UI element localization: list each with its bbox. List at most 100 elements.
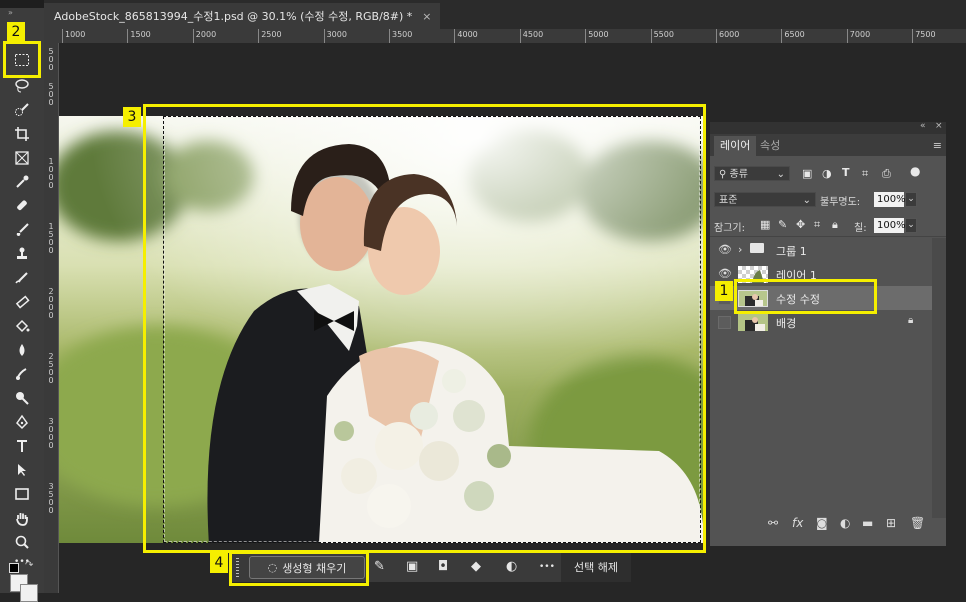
ruler-label: 2 5 0 0 (48, 352, 54, 385)
smudge-tool-icon[interactable] (10, 364, 34, 384)
collapse-panel-icon[interactable]: « (920, 121, 926, 131)
ruler-tick (62, 29, 63, 43)
ruler-tick (519, 29, 521, 43)
modify-selection-brush-icon[interactable]: ✎ (374, 559, 385, 574)
spot-healing-brush-icon[interactable] (10, 196, 34, 216)
ruler-tick (454, 29, 456, 43)
close-tab-icon[interactable]: × (422, 10, 431, 23)
fill-label: 칠: (854, 223, 867, 234)
panel-scrollbar[interactable] (932, 238, 946, 518)
panel-title-bar: « × (710, 121, 946, 134)
panel-menu-icon[interactable]: ≡ (933, 139, 942, 152)
zoom-tool-icon[interactable] (10, 532, 34, 552)
lasso-tool-icon[interactable] (10, 76, 34, 96)
ruler-label: 5000 (588, 30, 609, 39)
tab-properties[interactable]: 속성 (760, 136, 780, 156)
ruler-tick (716, 29, 717, 43)
hand-tool-icon[interactable] (10, 508, 34, 528)
adjustment-layer-filter-icon[interactable]: ◑ (822, 167, 832, 180)
callout-badge-1: 1 (715, 281, 733, 301)
type-layer-filter-icon[interactable]: T (842, 166, 850, 179)
eraser-tool-icon[interactable] (10, 292, 34, 312)
ruler-label: 2 0 0 0 (48, 287, 54, 320)
ruler-label: 5 0 0 (48, 82, 54, 107)
tools-panel: » ••• ↷ (0, 8, 44, 602)
fill-input[interactable]: 100% (874, 218, 906, 233)
ruler-label: 1 0 0 0 (48, 157, 54, 190)
paint-bucket-tool-icon[interactable] (10, 316, 34, 336)
dodge-tool-icon[interactable] (10, 388, 34, 408)
ruler-label: 6500 (784, 30, 805, 39)
layer-filter-select[interactable]: ⚲ 종류 ⌄ (714, 166, 790, 181)
ruler-tick (650, 29, 652, 43)
lock-artboard-icon[interactable]: ⌗ (814, 218, 820, 232)
callout-highlight-1 (734, 279, 877, 314)
blend-mode-select[interactable]: 표준 ⌄ (714, 192, 816, 207)
lock-label: 잠그기: (714, 223, 745, 234)
delete-layer-icon[interactable]: 🗑︎ (910, 516, 925, 530)
ruler-label: 3 5 0 0 (48, 482, 54, 515)
visibility-empty-icon[interactable] (718, 316, 731, 329)
shape-layer-filter-icon[interactable]: ⌗ (862, 167, 868, 181)
document-tab[interactable]: AdobeStock_865813994_수정1.psd @ 30.1% (수정… (44, 3, 440, 29)
lock-all-icon[interactable]: 🔒︎ (832, 218, 838, 232)
transform-selection-icon[interactable]: ▣ (406, 559, 418, 574)
pixel-layer-filter-icon[interactable]: ▣ (802, 167, 812, 180)
smart-object-filter-icon[interactable]: ⎙ (882, 167, 891, 181)
new-layer-icon[interactable]: ⊞ (886, 516, 896, 530)
opacity-dropdown-icon[interactable]: ⌄ (905, 192, 917, 207)
deselect-button[interactable]: 선택 해제 (561, 553, 631, 582)
background-color-swatch[interactable] (20, 584, 38, 602)
visibility-eye-icon[interactable]: 👁︎ (718, 243, 732, 256)
fill-dropdown-icon[interactable]: ⌄ (905, 218, 917, 233)
visibility-eye-icon[interactable]: 👁︎ (718, 267, 732, 280)
lock-transparent-pixels-icon[interactable]: ▦ (760, 218, 770, 231)
frame-tool-icon[interactable] (10, 148, 34, 168)
adjustment-layer-icon[interactable]: ◐ (506, 559, 517, 574)
more-options-icon[interactable]: ••• (539, 562, 555, 572)
default-colors-icon[interactable] (9, 563, 19, 573)
create-mask-icon[interactable]: ◘ (438, 559, 448, 574)
lock-image-pixels-icon[interactable]: ✎ (778, 218, 787, 231)
path-selection-tool-icon[interactable] (10, 460, 34, 480)
rectangle-tool-icon[interactable] (10, 484, 34, 504)
clone-stamp-tool-icon[interactable] (10, 244, 34, 264)
adjustment-layer-icon[interactable]: ◐ (840, 516, 850, 530)
callout-badge-2: 2 (7, 22, 25, 42)
ruler-tick (846, 29, 848, 43)
lock-position-icon[interactable]: ✥ (796, 218, 805, 231)
pen-tool-icon[interactable] (10, 412, 34, 432)
history-brush-tool-icon[interactable] (10, 268, 34, 288)
swap-colors-icon[interactable]: ↷ (25, 560, 33, 571)
ruler-label: 3000 (326, 30, 347, 39)
crop-tool-icon[interactable] (10, 124, 34, 144)
layer-row-group-1[interactable]: 👁︎ › 그룹 1 (710, 238, 932, 262)
document-tab-bar: AdobeStock_865813994_수정1.psd @ 30.1% (수정… (44, 0, 966, 29)
callout-highlight-4 (229, 551, 369, 586)
blend-mode-value: 표준 (719, 195, 738, 206)
object-selection-tool-icon[interactable] (10, 100, 34, 120)
add-mask-icon[interactable]: ◙ (816, 516, 828, 530)
horizontal-ruler: 1000 1500 2000 2500 3000 3500 4000 4500 5000 5500… (44, 29, 966, 44)
ruler-tick (127, 29, 129, 43)
type-tool-icon[interactable] (10, 436, 34, 456)
new-group-folder-icon[interactable]: ▬ (862, 516, 873, 530)
ruler-label: 4500 (522, 30, 544, 39)
callout-badge-4: 4 (210, 553, 228, 573)
blur-tool-icon[interactable] (10, 340, 34, 360)
ruler-label: 2500 (261, 30, 282, 39)
close-panel-icon[interactable]: × (935, 121, 943, 131)
collapse-toolbar-icon[interactable]: » (8, 8, 13, 17)
expand-group-chevron-icon[interactable]: › (738, 243, 742, 256)
panel-tabs: 레이어 속성 ≡ (710, 134, 946, 156)
fx-icon[interactable]: fx (792, 516, 803, 530)
opacity-input[interactable]: 100% (874, 192, 906, 207)
layer-thumbnail (738, 314, 768, 331)
tab-layers[interactable]: 레이어 (714, 136, 757, 156)
brush-tool-icon[interactable] (10, 220, 34, 240)
eyedropper-tool-icon[interactable] (10, 172, 34, 192)
search-icon: ⚲ (719, 169, 727, 180)
link-layers-icon[interactable]: ⚯ (768, 516, 778, 530)
filter-toggle-icon[interactable]: ● (910, 164, 920, 178)
fill-selection-icon[interactable]: ◆ (471, 559, 481, 574)
